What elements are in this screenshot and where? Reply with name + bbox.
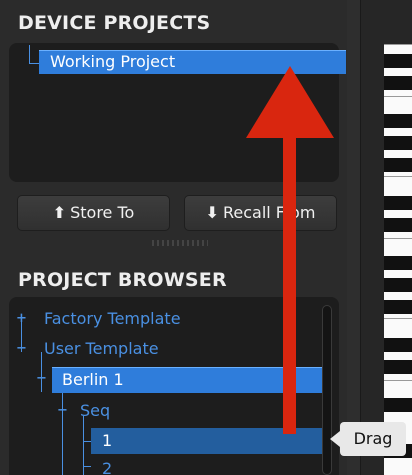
- tree-line: [83, 441, 91, 442]
- device-projects-title: DEVICE PROJECTS: [18, 12, 211, 34]
- tree-expander-icon[interactable]: −: [57, 404, 68, 417]
- tree-connector: [29, 45, 39, 64]
- piano-key-black[interactable]: [384, 338, 412, 352]
- down-arrow-icon: ⬇: [205, 203, 219, 222]
- piano-key-black[interactable]: [384, 196, 412, 210]
- up-arrow-icon: ⬆: [52, 203, 67, 222]
- store-to-button[interactable]: ⬆ Store To: [17, 195, 170, 231]
- piano-key-black[interactable]: [384, 158, 412, 172]
- tree-item-seq[interactable]: Seq: [80, 400, 110, 422]
- piano-key-black[interactable]: [384, 136, 412, 150]
- piano-key-black[interactable]: [384, 278, 412, 292]
- piano-key-black[interactable]: [384, 54, 412, 68]
- piano-key-black[interactable]: [384, 398, 412, 412]
- project-browser-title: PROJECT BROWSER: [18, 269, 227, 291]
- key-divider: [384, 96, 412, 97]
- tree-expander-icon[interactable]: −: [16, 342, 27, 355]
- piano-key-black[interactable]: [384, 256, 412, 270]
- tree-expander-icon[interactable]: −: [36, 372, 47, 385]
- key-divider: [384, 318, 412, 319]
- piano-key-black[interactable]: [384, 300, 412, 314]
- drag-tooltip: Drag: [330, 422, 406, 456]
- resize-grip[interactable]: [152, 240, 208, 246]
- tree-item-seq-2[interactable]: 2: [102, 458, 112, 475]
- piano-key-black[interactable]: [384, 218, 412, 232]
- tree-line: [83, 466, 91, 467]
- panel-divider[interactable]: [347, 0, 361, 475]
- piano-key-black[interactable]: [384, 360, 412, 374]
- tree-item-user-template[interactable]: User Template: [44, 338, 159, 360]
- key-divider: [384, 176, 412, 177]
- arrow-head: [246, 66, 334, 138]
- key-divider: [384, 44, 412, 45]
- arrow-shaft: [283, 122, 296, 434]
- store-to-label: Store To: [70, 203, 135, 222]
- tree-expander-icon[interactable]: +: [16, 312, 27, 325]
- key-divider: [384, 380, 412, 381]
- key-divider: [384, 238, 412, 239]
- piano-key-black[interactable]: [384, 76, 412, 90]
- piano-key-black[interactable]: [384, 114, 412, 128]
- tree-item-factory-template[interactable]: Factory Template: [44, 308, 181, 330]
- drag-annotation-arrow-icon: [246, 66, 334, 434]
